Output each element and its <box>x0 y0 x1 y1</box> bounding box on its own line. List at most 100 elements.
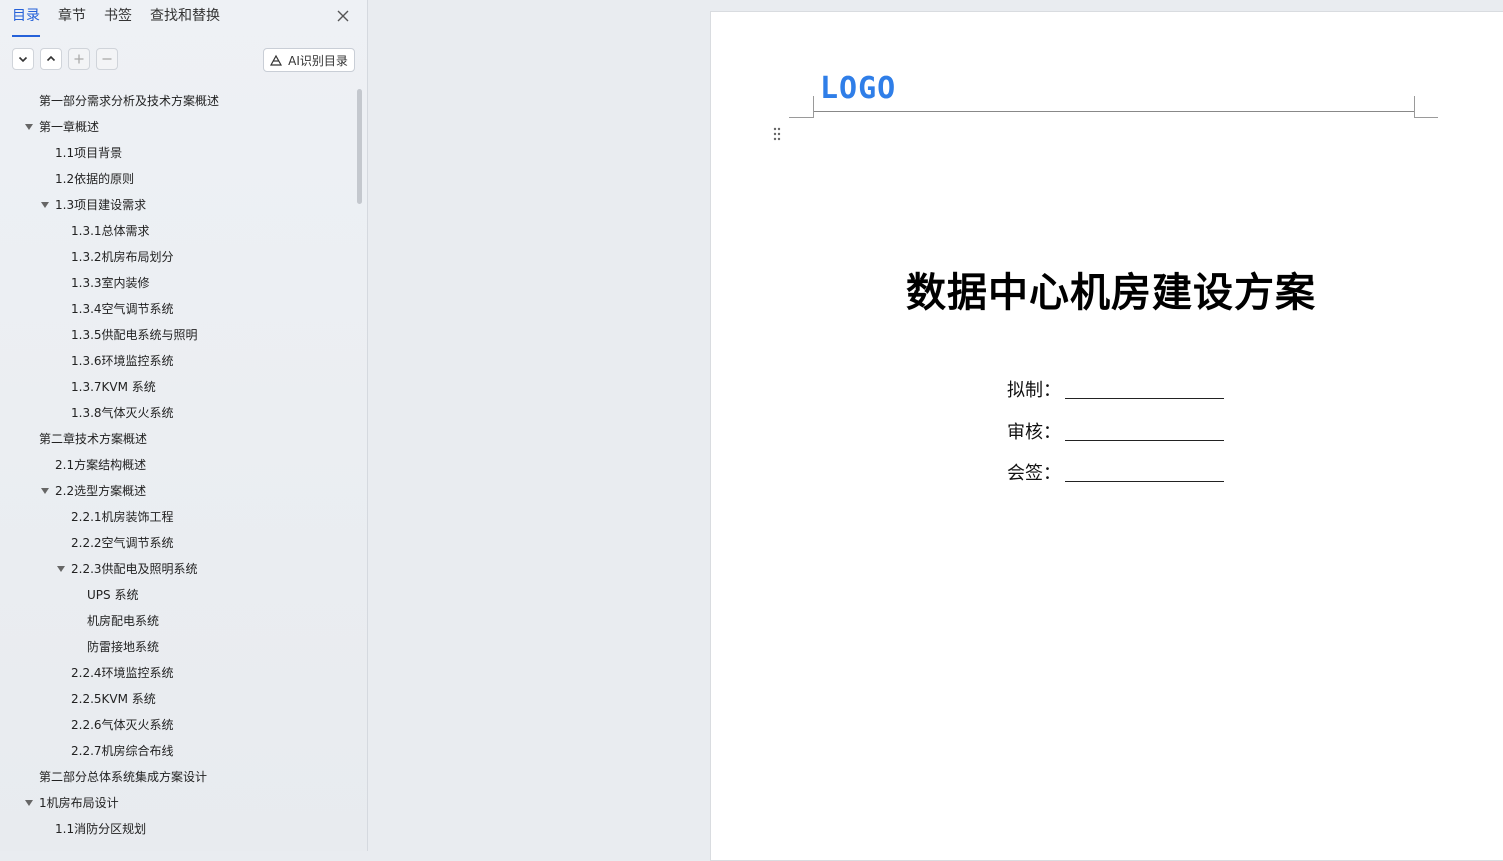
toc-item[interactable]: 1.2依据的原则 <box>0 166 356 192</box>
sidebar-tabs: 目录 章节 书签 查找和替换 <box>12 6 238 37</box>
toc-item-label: 机房配电系统 <box>87 614 160 628</box>
toc-item[interactable]: 1.1消防分区规划 <box>0 816 356 842</box>
toc-item[interactable]: 2.2.5KVM 系统 <box>0 686 356 712</box>
sign-line-review <box>1065 440 1224 441</box>
crop-mark-right <box>1414 96 1415 118</box>
ai-recognize-toc-button[interactable]: AI识别目录 <box>263 48 355 72</box>
toc-sidebar: 目录 章节 书签 查找和替换 AI识别目录 第一部分需求分析及技术方案概述 第一章… <box>0 0 368 851</box>
toc-item[interactable]: 第一章概述 <box>0 114 356 140</box>
ai-wand-icon <box>270 54 283 66</box>
toc-item-label: 防雷接地系统 <box>87 640 160 654</box>
toc-item[interactable]: 2.2.3供配电及照明系统 <box>0 556 356 582</box>
toc-item[interactable]: 1.3.3室内装修 <box>0 270 356 296</box>
toc-item[interactable]: 2.2.7机房综合布线 <box>0 738 356 764</box>
toc-item-label: 第二章技术方案概述 <box>39 432 148 446</box>
toc-item-label: 2.2选型方案概述 <box>55 484 147 498</box>
caret-down-icon[interactable] <box>24 114 34 140</box>
toc-item-label: 1.3.2机房布局划分 <box>71 250 174 264</box>
add-heading-button[interactable] <box>68 48 90 70</box>
toc-item-label: 2.2.1机房装饰工程 <box>71 510 174 524</box>
toc-item-label: UPS 系统 <box>87 588 139 602</box>
toc-item-label: 1.3项目建设需求 <box>55 198 147 212</box>
header-rule <box>813 111 1414 112</box>
toc-item[interactable]: 2.2.1机房装饰工程 <box>0 504 356 530</box>
document-title: 数据中心机房建设方案 <box>906 270 1316 316</box>
toc-item-label: 第一部分需求分析及技术方案概述 <box>39 94 220 108</box>
toc-item[interactable]: 1.3.5供配电系统与照明 <box>0 322 356 348</box>
crop-mark-left-h <box>789 117 813 118</box>
toc-item[interactable]: 1.3.4空气调节系统 <box>0 296 356 322</box>
toc-item-label: 1.3.3室内装修 <box>71 276 150 290</box>
toc-item[interactable]: 防雷接地系统 <box>0 634 356 660</box>
toc-item-label: 1.1项目背景 <box>55 146 123 160</box>
toc-item-label: 1.3.6环境监控系统 <box>71 354 174 368</box>
caret-down-icon[interactable] <box>40 478 50 504</box>
sign-row-review: 审核： <box>1007 418 1224 444</box>
toc-item[interactable]: 第一部分需求分析及技术方案概述 <box>0 88 356 114</box>
toc-item-label: 2.2.2空气调节系统 <box>71 536 174 550</box>
minus-icon <box>102 58 112 60</box>
sign-line-draft <box>1065 398 1224 399</box>
toc-item[interactable]: 第二部分总体系统集成方案设计 <box>0 764 356 790</box>
chevron-up-icon <box>46 55 56 62</box>
crop-mark-right-h <box>1414 117 1438 118</box>
toc-item-label: 第二部分总体系统集成方案设计 <box>39 770 208 784</box>
drag-handle-icon[interactable] <box>773 126 781 145</box>
expand-all-button[interactable] <box>40 48 62 70</box>
scrollbar-thumb[interactable] <box>357 89 362 204</box>
toc-item[interactable]: 机房配电系统 <box>0 608 356 634</box>
sign-row-draft: 拟制： <box>1007 376 1224 402</box>
toc-item[interactable]: UPS 系统 <box>0 582 356 608</box>
plus-icon <box>74 54 84 64</box>
toc-toolbar <box>12 48 124 70</box>
toc-item-label: 2.2.6气体灭火系统 <box>71 718 174 732</box>
sign-line-countersign <box>1065 481 1224 482</box>
toc-item-label: 2.2.7机房综合布线 <box>71 744 174 758</box>
toc-item[interactable]: 1.3.6环境监控系统 <box>0 348 356 374</box>
toc-item-label: 2.2.3供配电及照明系统 <box>71 562 198 576</box>
close-icon[interactable] <box>333 6 353 26</box>
sign-label-draft: 拟制： <box>1007 380 1061 401</box>
toc-item[interactable]: 2.2选型方案概述 <box>0 478 356 504</box>
toc-item[interactable]: 1.3.1总体需求 <box>0 218 356 244</box>
toc-item-label: 1.3.4空气调节系统 <box>71 302 174 316</box>
sign-label-countersign: 会签： <box>1007 463 1061 484</box>
toc-item-label: 2.2.4环境监控系统 <box>71 666 174 680</box>
toc-list: 第一部分需求分析及技术方案概述 第一章概述 1.1项目背景 1.2依据的原则 1.3项目… <box>0 88 356 842</box>
toc-item-label: 1.3.7KVM 系统 <box>71 380 156 394</box>
toc-item-label: 1.3.5供配电系统与照明 <box>71 328 198 342</box>
toc-item-label: 1.2依据的原则 <box>55 172 135 186</box>
tab-toc[interactable]: 目录 <box>12 6 40 37</box>
tab-chapters[interactable]: 章节 <box>58 6 86 32</box>
toc-item[interactable]: 2.2.6气体灭火系统 <box>0 712 356 738</box>
toc-item[interactable]: 2.1方案结构概述 <box>0 452 356 478</box>
toc-item[interactable]: 1机房布局设计 <box>0 790 356 816</box>
toc-item-label: 1.3.8气体灭火系统 <box>71 406 174 420</box>
toc-item[interactable]: 2.2.2空气调节系统 <box>0 530 356 556</box>
toc-item-label: 2.1方案结构概述 <box>55 458 147 472</box>
toc-item[interactable]: 1.3.8气体灭火系统 <box>0 400 356 426</box>
remove-heading-button[interactable] <box>96 48 118 70</box>
caret-down-icon[interactable] <box>24 790 34 816</box>
tab-bookmarks[interactable]: 书签 <box>104 6 132 32</box>
toc-item[interactable]: 1.3项目建设需求 <box>0 192 356 218</box>
toc-item-label: 第一章概述 <box>39 120 100 134</box>
document-logo: LOGO <box>820 71 897 106</box>
crop-mark-left <box>813 96 814 118</box>
toc-item-label: 1机房布局设计 <box>39 796 119 810</box>
toc-item[interactable]: 2.2.4环境监控系统 <box>0 660 356 686</box>
toc-item[interactable]: 1.3.7KVM 系统 <box>0 374 356 400</box>
toc-item[interactable]: 1.3.2机房布局划分 <box>0 244 356 270</box>
collapse-all-button[interactable] <box>12 48 34 70</box>
sign-row-countersign: 会签： <box>1007 459 1224 485</box>
tab-find-replace[interactable]: 查找和替换 <box>150 6 220 32</box>
caret-down-icon[interactable] <box>40 192 50 218</box>
document-page: LOGO 数据中心机房建设方案 拟制： 审核： 会签： <box>710 11 1503 861</box>
toc-item[interactable]: 第二章技术方案概述 <box>0 426 356 452</box>
caret-down-icon[interactable] <box>56 556 66 582</box>
toc-item[interactable]: 1.1项目背景 <box>0 140 356 166</box>
toc-item-label: 1.1消防分区规划 <box>55 822 147 836</box>
chevron-down-icon <box>18 56 28 63</box>
toc-item-label: 1.3.1总体需求 <box>71 224 150 238</box>
toc-item-label: 2.2.5KVM 系统 <box>71 692 156 706</box>
